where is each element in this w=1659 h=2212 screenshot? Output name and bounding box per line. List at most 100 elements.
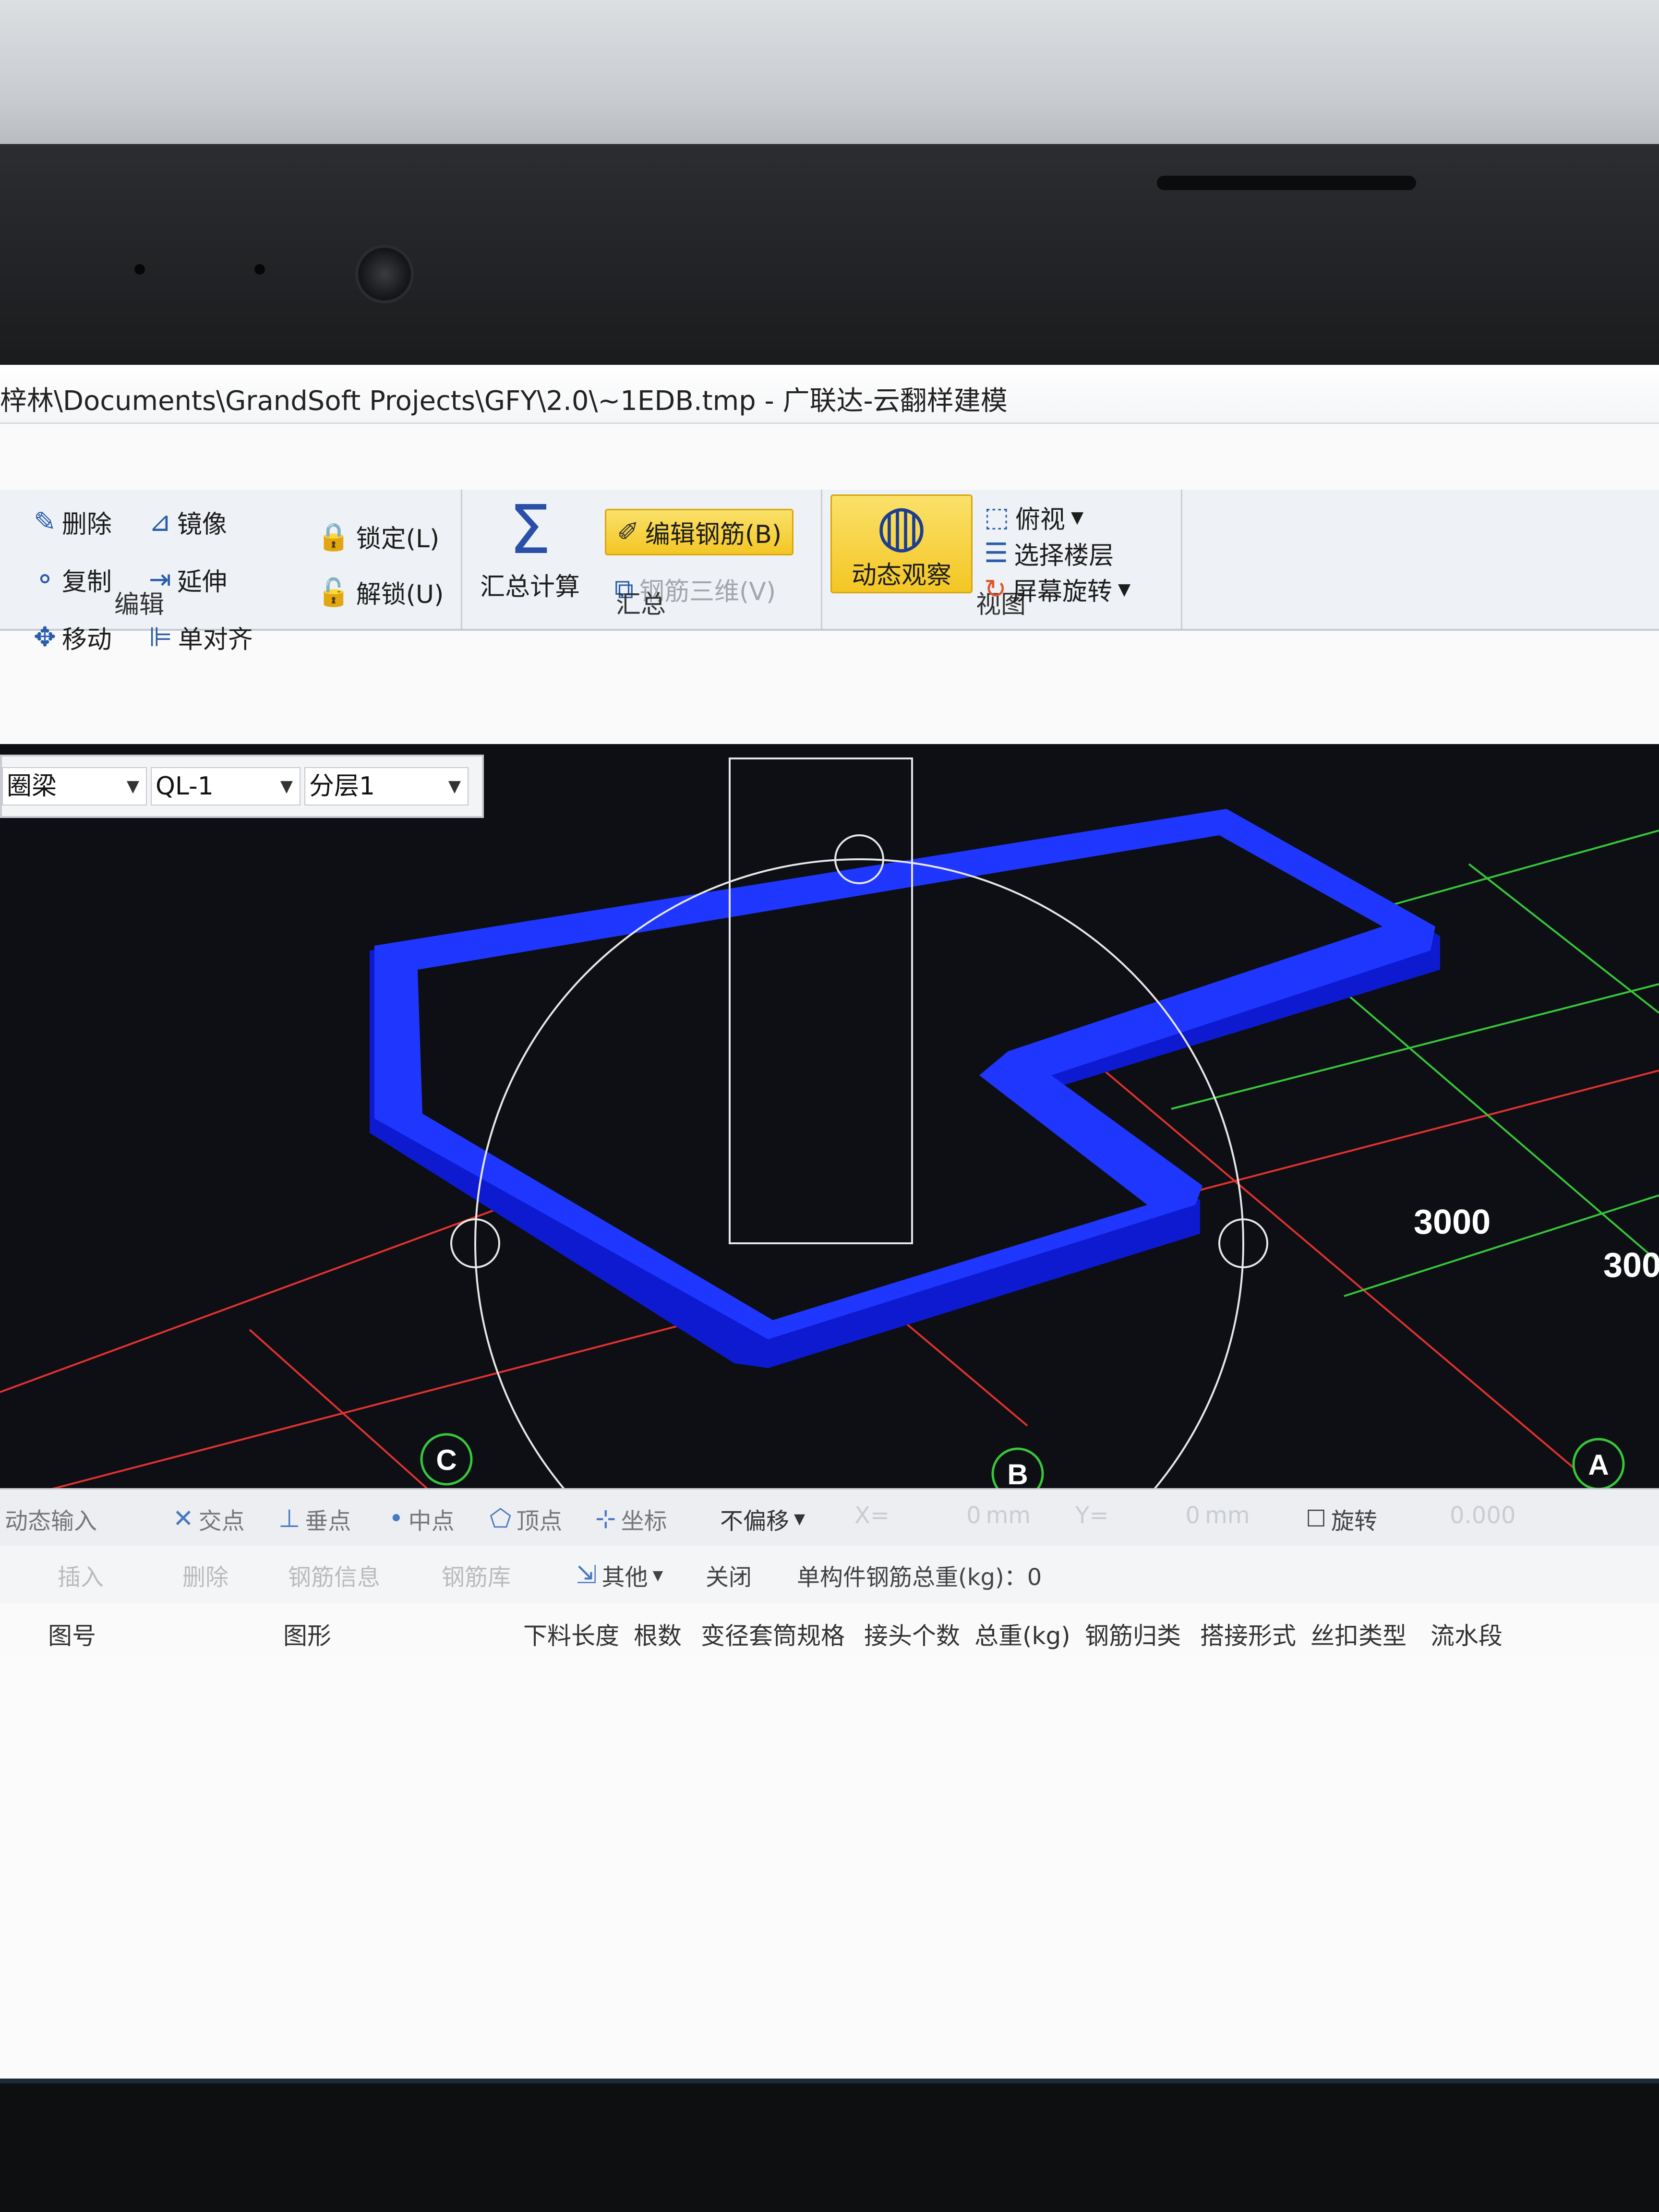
other-menu[interactable]: ⇲ 其他 ▼ xyxy=(576,1558,663,1592)
total-weight-label: 单构件钢筋总重(kg)：0 xyxy=(797,1564,1042,1591)
bezel-slot xyxy=(1157,176,1416,190)
col-header-total-weight[interactable]: 总重(kg) xyxy=(974,1617,1070,1651)
mirror-icon: ⊿ xyxy=(149,506,171,538)
intersection-icon: ✕ xyxy=(173,1504,194,1533)
dynamic-view-button[interactable]: ◍ 动态观察 xyxy=(830,494,973,593)
screen: 梓林\Documents\GrandSoft Projects\GFY\2.0\… xyxy=(0,365,1659,2083)
axis-label: A xyxy=(1588,1449,1609,1481)
pencil-icon: ✐ xyxy=(617,517,639,548)
bezel-sensor-dot xyxy=(134,264,145,275)
cube-icon: ⬚ xyxy=(984,502,1010,533)
delete-button[interactable]: ✎ 删除 xyxy=(34,504,112,540)
dynamic-input-toggle[interactable]: 动态输入 xyxy=(5,1502,97,1536)
x-field[interactable]: X= 0 mm xyxy=(854,1502,1031,1529)
chevron-down-icon: ▼ xyxy=(448,777,461,796)
axis-marker: B xyxy=(991,1447,1044,1493)
unlock-button[interactable]: 🔓 解锁(U) xyxy=(317,574,444,610)
axis-marker: C xyxy=(420,1433,473,1486)
col-header-rebar-class[interactable]: 钢筋归类 xyxy=(1085,1617,1181,1651)
rebar-lib-button[interactable]: 钢筋库 xyxy=(442,1558,511,1592)
snap-intersection[interactable]: ✕ 交点 xyxy=(173,1502,245,1536)
laptop-bezel-bottom xyxy=(0,2083,1659,2212)
bezel-sensor-dot xyxy=(254,264,265,275)
3d-viewport[interactable]: 3000 300 C B A xyxy=(0,744,1659,1493)
chevron-down-icon: ▼ xyxy=(126,777,139,796)
mirror-button[interactable]: ⊿ 镜像 xyxy=(149,504,227,540)
ribbon-group-view: ◍ 动态观察 ⬚ 俯视 ▼ ☰ 选择楼层 视图 ↻ 屏幕旋转 ▼ xyxy=(821,490,1182,629)
coordinate-icon: ⊹ xyxy=(595,1504,616,1533)
snap-perpendicular[interactable]: ⊥ 垂点 xyxy=(278,1502,351,1536)
midpoint-icon: • xyxy=(389,1504,404,1533)
ribbon-group-edit: ✎ 删除 ⊿ 镜像 ⚬ 复制 ⇥ 延伸 🔒 锁定(L) 🔓 解锁(U) ✥ 移动 ⊫ 单对齐 编辑 xyxy=(19,490,462,654)
insert-button[interactable]: 插入 xyxy=(58,1558,104,1592)
align-label: 单对齐 xyxy=(178,625,253,654)
col-header-thread-type[interactable]: 丝扣类型 xyxy=(1310,1617,1407,1651)
top-view-button[interactable]: ⬚ 俯视 ▼ xyxy=(984,499,1083,535)
col-header-shape[interactable]: 图形 xyxy=(283,1617,331,1651)
rebar-editor-toolbar: 插入 删除 钢筋信息 钢筋库 ⇲ 其他 ▼ 关闭 单构件钢筋总重(kg)：0 xyxy=(0,1546,1659,1605)
floors-icon: ☰ xyxy=(984,538,1009,569)
axis-label: C xyxy=(436,1444,457,1476)
delete-icon: ✎ xyxy=(34,506,56,538)
snap-midpoint[interactable]: • 中点 xyxy=(389,1502,455,1536)
align-button[interactable]: ⊫ 单对齐 xyxy=(149,619,253,655)
axis-marker: A xyxy=(1572,1438,1625,1491)
col-header-sleeve-spec[interactable]: 变径套筒规格 xyxy=(701,1617,845,1651)
offset-select[interactable]: 不偏移 ▼ xyxy=(720,1502,805,1536)
orbit-globe-icon: ◍ xyxy=(876,492,927,559)
rotate-checkbox[interactable]: ☐ 旋转 xyxy=(1306,1502,1377,1536)
vertex-icon: ⬠ xyxy=(490,1504,512,1533)
rotate-screen-button[interactable]: ↻ 屏幕旋转 ▼ xyxy=(984,571,1130,607)
col-header-joint-count[interactable]: 接头个数 xyxy=(864,1617,960,1651)
dimension-label: 3000 xyxy=(1414,1203,1491,1241)
rotate-icon: ↻ xyxy=(984,574,1007,605)
chevron-down-icon: ▼ xyxy=(794,1510,805,1527)
lock-icon: 🔒 xyxy=(317,521,350,553)
delete-row-button[interactable]: 删除 xyxy=(182,1558,228,1592)
rotate-value-field[interactable]: 0.000 xyxy=(1450,1502,1515,1529)
ribbon: ✎ 删除 ⊿ 镜像 ⚬ 复制 ⇥ 延伸 🔒 锁定(L) 🔓 解锁(U) ✥ 移动 ⊫ 单对齐 编辑 xyxy=(0,490,1659,654)
snap-toolbar: 动态输入 ✕ 交点 ⊥ 垂点 • 中点 ⬠ 顶点 ⊹ 坐标 不偏移 ▼ X= 0 mm Y= 0 m… xyxy=(0,1488,1659,1549)
select-floor-button[interactable]: ☰ 选择楼层 xyxy=(984,535,1114,571)
rebar-table-header: 图号 图形 下料长度 根数 变径套筒规格 接头个数 总重(kg) 钢筋归类 搭接… xyxy=(0,1603,1659,1657)
y-field[interactable]: Y= 0 mm xyxy=(1075,1502,1250,1529)
snap-vertex[interactable]: ⬠ 顶点 xyxy=(490,1502,562,1536)
ribbon-group-label-summary: 汇总 xyxy=(615,590,666,619)
chevron-down-icon: ▼ xyxy=(1070,507,1084,527)
webcam xyxy=(355,245,414,303)
rotate-screen-label: 屏幕旋转 xyxy=(1012,577,1112,606)
layer-select[interactable]: 分层1 ▼ xyxy=(304,767,469,805)
move-icon: ✥ xyxy=(34,622,56,653)
dimension-label: 300 xyxy=(1603,1246,1659,1285)
move-label: 移动 xyxy=(61,625,112,654)
col-header-flow-section[interactable]: 流水段 xyxy=(1431,1617,1503,1651)
viewport-canvas[interactable]: 3000 300 C B A xyxy=(0,744,1659,1493)
component-selector-bar: 圈梁 ▼ QL-1 ▼ 分层1 ▼ xyxy=(0,755,484,818)
col-header-cut-length[interactable]: 下料长度 xyxy=(523,1617,619,1651)
window-title: 梓林\Documents\GrandSoft Projects\GFY\2.0\… xyxy=(0,385,1008,417)
component-type-select[interactable]: 圈梁 ▼ xyxy=(2,767,147,805)
move-button[interactable]: ✥ 移动 xyxy=(34,619,112,655)
lock-button[interactable]: 🔒 锁定(L) xyxy=(317,518,439,554)
edit-rebar-button[interactable]: ✐ 编辑钢筋(B) xyxy=(605,509,794,555)
rebar-table-body[interactable] xyxy=(0,1656,1659,2079)
chevron-down-icon: ▼ xyxy=(652,1567,663,1583)
checkbox-icon: ☐ xyxy=(1306,1505,1327,1532)
other-icon: ⇲ xyxy=(576,1561,597,1589)
chevron-down-icon: ▼ xyxy=(1118,579,1131,599)
component-name-select[interactable]: QL-1 ▼ xyxy=(151,767,301,805)
taskbar: ✿ ⚒ ⌃ ◔ ♪ 中 xyxy=(0,2079,1659,2083)
sigma-icon: Σ xyxy=(508,491,552,569)
col-header-count[interactable]: 根数 xyxy=(634,1617,682,1651)
ring-beam[interactable] xyxy=(370,809,1440,1368)
axis-label: B xyxy=(1007,1458,1028,1491)
col-header-figure-no[interactable]: 图号 xyxy=(48,1617,96,1651)
snap-coordinate[interactable]: ⊹ 坐标 xyxy=(595,1502,667,1536)
unlock-icon: 🔓 xyxy=(317,577,350,608)
col-header-lap-type[interactable]: 搭接形式 xyxy=(1200,1617,1296,1651)
chevron-down-icon: ▼ xyxy=(280,777,293,796)
rebar-info-button[interactable]: 钢筋信息 xyxy=(288,1558,380,1592)
laptop-bezel xyxy=(0,144,1659,370)
background-wall xyxy=(0,0,1659,158)
close-button[interactable]: 关闭 xyxy=(706,1558,752,1592)
